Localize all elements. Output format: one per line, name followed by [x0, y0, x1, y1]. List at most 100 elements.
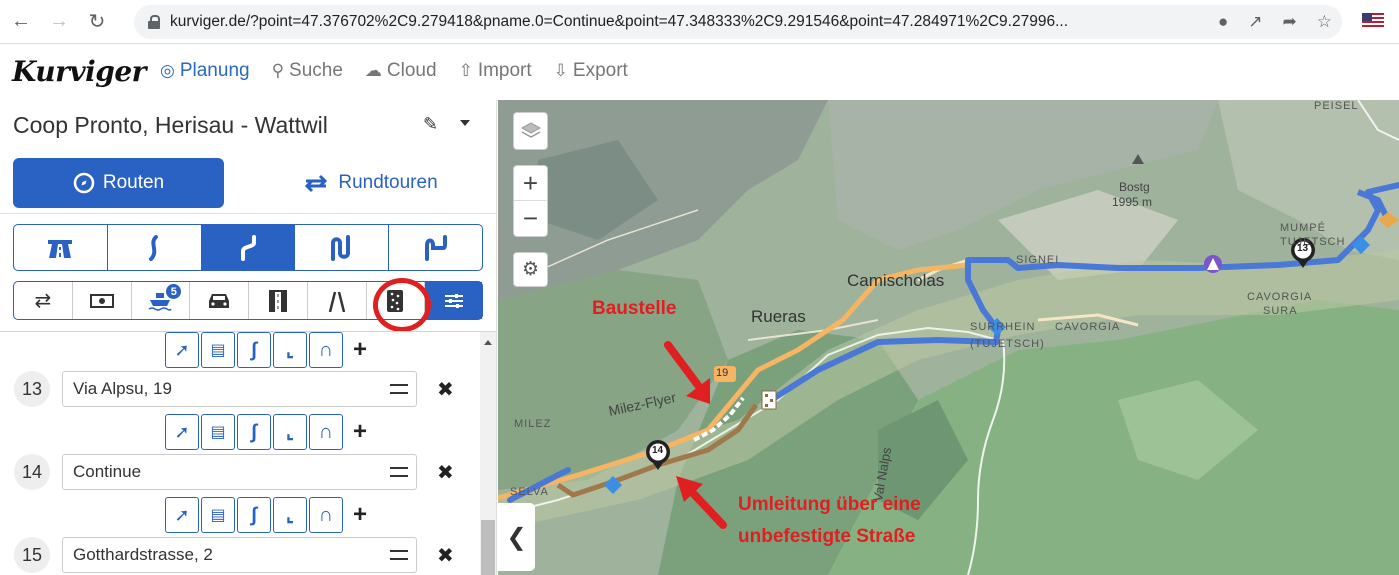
- nav-cloud[interactable]: ☁ Cloud: [365, 60, 437, 82]
- tunnel-icon: [268, 289, 287, 312]
- waypoint-input[interactable]: Continue: [62, 454, 417, 490]
- edit-pencil-icon[interactable]: ✎: [423, 114, 438, 135]
- narrow-road-icon: [328, 291, 345, 312]
- route-settings-button[interactable]: [425, 282, 482, 319]
- curvy-icon: ⌞: [285, 339, 295, 360]
- profile-slight-curvy-button[interactable]: [108, 225, 202, 270]
- segment-curviest-button[interactable]: ∩: [309, 414, 343, 450]
- curviest-icon: ∩: [318, 503, 334, 526]
- nav-import[interactable]: ⇧ Import: [459, 60, 532, 82]
- map-layers-button[interactable]: [513, 112, 548, 150]
- search-icon: ⚲: [271, 61, 285, 80]
- segment-curvy-button[interactable]: ⌞: [273, 497, 307, 533]
- tab-rundtouren[interactable]: Rundtouren: [260, 158, 480, 208]
- waypoint-input[interactable]: Via Alpsu, 19: [62, 371, 417, 407]
- profile-curviest-button[interactable]: [295, 225, 390, 270]
- kurviger-logo[interactable]: Kurviger: [12, 55, 146, 88]
- scroll-up-icon[interactable]: [484, 340, 492, 345]
- curviness-profile-group: [13, 224, 483, 271]
- map-label-selva: SELVA: [510, 486, 549, 498]
- terrain-map: [498, 100, 1399, 575]
- profile-extreme-curvy-button[interactable]: [389, 225, 482, 270]
- annotation-baustelle: Baustelle: [592, 298, 677, 319]
- car-icon: [209, 293, 230, 308]
- nav-suche[interactable]: ⚲ Suche: [272, 60, 343, 82]
- gear-icon: ⚙: [521, 259, 540, 280]
- avoid-narrow-button[interactable]: [308, 282, 367, 319]
- tab-routen[interactable]: Routen: [13, 158, 224, 208]
- share-icon[interactable]: ➦: [1283, 12, 1297, 32]
- segment-curvy-button[interactable]: ⌞: [273, 332, 307, 368]
- reload-button[interactable]: ↻: [80, 5, 114, 39]
- map-label-bostg: Bostg: [1119, 180, 1150, 194]
- ferry-count-badge: 5: [166, 284, 182, 299]
- waypoint-input[interactable]: Gotthardstrasse, 2: [62, 537, 417, 573]
- segment-slight-curvy-button[interactable]: ∫: [237, 497, 271, 533]
- segment-slight-curvy-button[interactable]: ∫: [237, 414, 271, 450]
- waypoint-list: ➚ ▤ ∫ ⌞ ∩ + 13 Via Alpsu, 19 ✖ ➚ ▤ ∫ ⌞ ∩…: [0, 332, 480, 575]
- nav-label: Planung: [179, 60, 250, 81]
- map-label-tujetsch: TUJETSCH: [1280, 236, 1346, 248]
- scrollbar-thumb[interactable]: [481, 520, 495, 575]
- segment-curviest-button[interactable]: ∩: [309, 497, 343, 533]
- road-number-19: 19: [716, 367, 729, 379]
- money-icon: [89, 293, 114, 308]
- avoid-tunnel-button[interactable]: [249, 282, 308, 319]
- collapse-sidebar-button[interactable]: ❮: [498, 503, 535, 571]
- map-settings-button[interactable]: ⚙: [513, 252, 548, 287]
- waypoint-number: 13: [14, 371, 50, 407]
- avoid-toll-button[interactable]: [73, 282, 132, 319]
- add-waypoint-button[interactable]: +: [345, 414, 375, 450]
- map-label-peisel: PEISEL: [1314, 100, 1359, 112]
- zoom-out-button[interactable]: −: [514, 201, 547, 236]
- open-external-icon[interactable]: ↗: [1248, 12, 1262, 32]
- waypoint-number: 14: [14, 454, 50, 490]
- nav-label: Suche: [289, 60, 343, 81]
- add-waypoint-button[interactable]: +: [345, 332, 375, 368]
- nav-label: Import: [477, 60, 532, 81]
- waypoint-marker-13[interactable]: 13: [1297, 243, 1308, 254]
- map-label-cavorgia-sura-2: SURA: [1263, 305, 1298, 317]
- forward-button[interactable]: →: [42, 5, 76, 39]
- segment-motorway-button[interactable]: ▤: [201, 497, 235, 533]
- avoid-car-button[interactable]: [190, 282, 249, 319]
- back-button[interactable]: ←: [4, 5, 38, 39]
- drag-handle-icon[interactable]: [390, 550, 408, 560]
- profile-motorway-button[interactable]: [14, 225, 108, 270]
- waypoint-marker-14[interactable]: 14: [652, 445, 663, 456]
- location-pin-icon[interactable]: ●: [1218, 12, 1228, 32]
- profile-curvy-button[interactable]: [201, 225, 296, 270]
- remove-waypoint-button[interactable]: ✖: [437, 460, 454, 485]
- segment-curvy-button[interactable]: ⌞: [273, 414, 307, 450]
- segment-fast-button[interactable]: ➚: [165, 497, 199, 533]
- drag-handle-icon[interactable]: [390, 384, 408, 394]
- add-waypoint-button[interactable]: +: [345, 497, 375, 533]
- us-flag-icon[interactable]: [1362, 13, 1384, 28]
- map-label-mumpe: MUMPÉ: [1280, 222, 1326, 234]
- nav-planung[interactable]: ◎ Planung: [160, 60, 250, 82]
- bookmark-star-icon[interactable]: ☆: [1317, 12, 1332, 32]
- url-text[interactable]: kurviger.de/?point=47.376702%2C9.279418&…: [170, 13, 1190, 31]
- waypoint-number: 15: [14, 537, 50, 573]
- zoom-in-button[interactable]: +: [514, 166, 547, 201]
- curvy-icon: [240, 234, 256, 261]
- segment-fast-button[interactable]: ➚: [165, 332, 199, 368]
- nav-export[interactable]: ⇩ Export: [554, 60, 628, 82]
- drag-handle-icon[interactable]: [390, 467, 408, 477]
- segment-curviest-button[interactable]: ∩: [309, 332, 343, 368]
- map-label-bostg-elevation: 1995 m: [1112, 195, 1153, 209]
- chevron-down-icon[interactable]: [460, 120, 470, 126]
- avoid-ferry-button[interactable]: 5: [132, 282, 191, 319]
- slight-curve-icon: ∫: [251, 503, 257, 526]
- remove-waypoint-button[interactable]: ✖: [437, 377, 454, 402]
- map-view[interactable]: PEISEL Bostg 1995 m MUMPÉ TUJETSCH SIGNE…: [498, 100, 1399, 575]
- remove-waypoint-button[interactable]: ✖: [437, 543, 454, 568]
- segment-motorway-button[interactable]: ▤: [201, 332, 235, 368]
- segment-slight-curvy-button[interactable]: ∫: [237, 332, 271, 368]
- divider: [0, 213, 496, 214]
- shuffle-button[interactable]: ⇄: [14, 282, 73, 319]
- address-bar[interactable]: kurviger.de/?point=47.376702%2C9.279418&…: [134, 5, 1342, 39]
- segment-motorway-button[interactable]: ▤: [201, 414, 235, 450]
- segment-fast-button[interactable]: ➚: [165, 414, 199, 450]
- map-label-cavorgia-sura-1: CAVORGIA: [1247, 291, 1313, 303]
